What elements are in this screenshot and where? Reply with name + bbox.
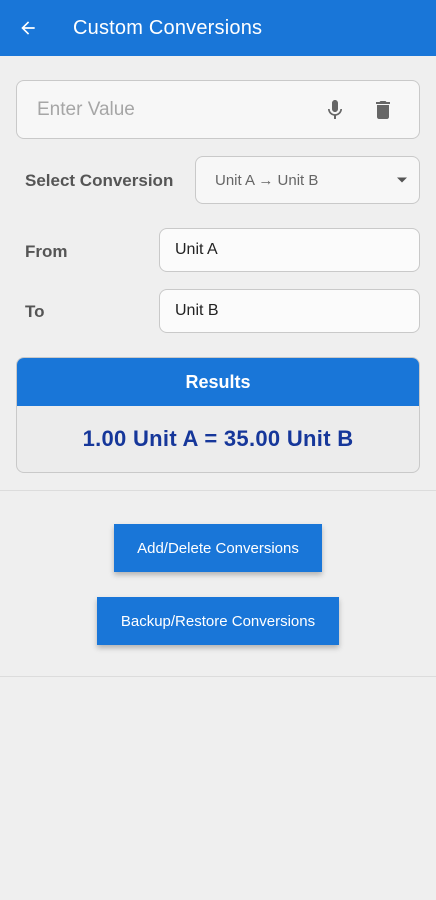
value-input-container [16, 80, 420, 139]
to-field[interactable]: Unit B [159, 289, 420, 333]
mic-button[interactable] [311, 86, 359, 134]
back-button[interactable] [0, 0, 56, 56]
to-label: To [25, 302, 45, 321]
caret-down-icon [385, 176, 419, 184]
app-bar: Custom Conversions [0, 0, 436, 56]
trash-icon [376, 100, 390, 119]
microphone-icon [328, 99, 342, 119]
conversion-select-value: Unit A → Unit B [215, 171, 319, 189]
page-title: Custom Conversions [73, 16, 263, 39]
results-card: Results 1.00 Unit A = 35.00 Unit B [16, 357, 420, 473]
from-field[interactable]: Unit A [159, 228, 420, 272]
from-label: From [25, 242, 68, 261]
arrow-left-icon [21, 21, 35, 35]
select-conversion-label: Select Conversion [25, 171, 174, 190]
divider [0, 676, 436, 677]
results-header: Results [17, 358, 419, 406]
divider [0, 490, 436, 491]
conversion-select[interactable]: Unit A → Unit B [195, 156, 420, 204]
add-delete-conversions-button[interactable]: Add/Delete Conversions [114, 524, 322, 572]
value-input[interactable] [17, 81, 311, 138]
backup-restore-conversions-button[interactable]: Backup/Restore Conversions [97, 597, 339, 645]
result-text: 1.00 Unit A = 35.00 Unit B [82, 426, 354, 451]
delete-button[interactable] [359, 86, 407, 134]
